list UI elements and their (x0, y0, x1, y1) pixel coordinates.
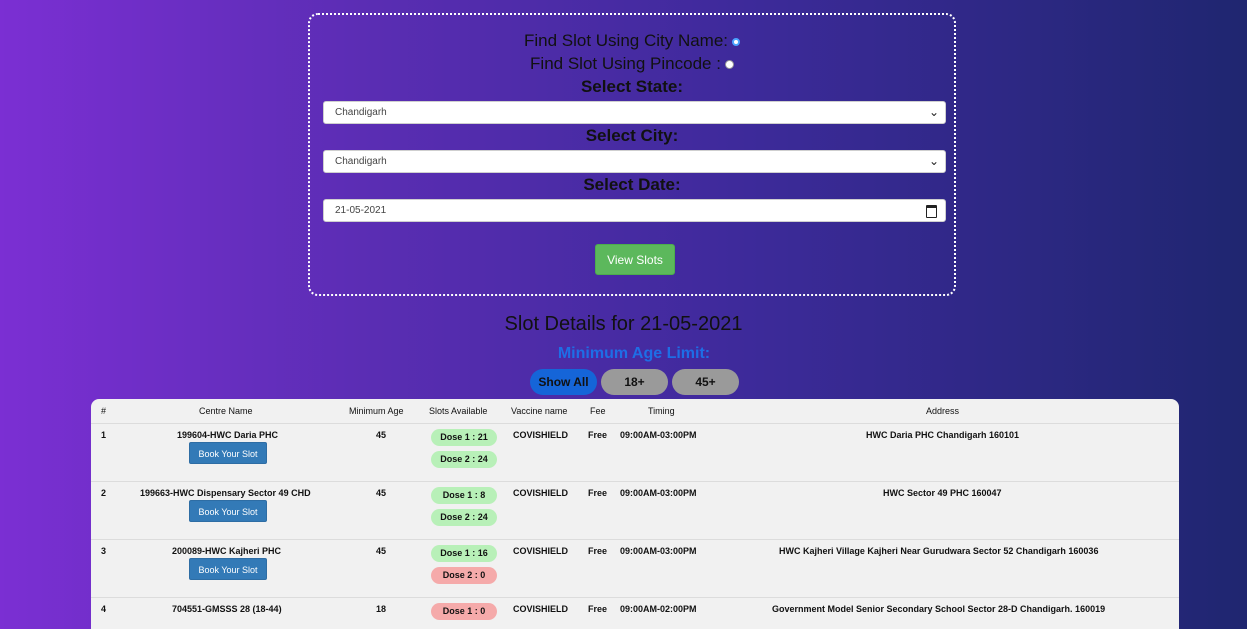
age-filter-label: Minimum Age Limit: (557, 345, 711, 362)
dose1-badge: Dose 1 : 16 (431, 545, 497, 562)
book-slot-button[interactable]: Book Your Slot (189, 558, 267, 580)
fee: Free (588, 546, 608, 556)
timing: 09:00AM-03:00PM (620, 546, 697, 556)
timing: 09:00AM-02:00PM (620, 604, 697, 614)
slots-table: # Centre Name Minimum Age Slots Availabl… (91, 399, 1179, 629)
row-number: 2 (101, 488, 107, 498)
search-form: Find Slot Using City Name: Find Slot Usi… (308, 13, 956, 296)
dose1-badge: Dose 1 : 0 (431, 603, 497, 620)
dose2-badge: Dose 2 : 0 (431, 567, 497, 584)
centre-name: 200089-HWC Kajheri PHC (172, 546, 282, 556)
row-number: 3 (101, 546, 107, 556)
header-vaccine: Vaccine name (511, 406, 568, 416)
dose2-badge: Dose 2 : 24 (431, 509, 497, 526)
book-slot-button[interactable]: Book Your Slot (189, 500, 267, 522)
calendar-icon[interactable] (926, 205, 937, 218)
centre-name: 199663-HWC Dispensary Sector 49 CHD (140, 488, 311, 498)
state-value: Chandigarh (335, 107, 387, 118)
header-centre: Centre Name (199, 406, 253, 416)
filter-show-all-button[interactable]: Show All (530, 369, 597, 395)
state-label: Select State: (580, 77, 684, 96)
header-min-age: Minimum Age (349, 406, 404, 416)
vaccine-name: COVISHIELD (513, 430, 569, 440)
radio-city-label: Find Slot Using City Name: (523, 31, 729, 50)
filter-18-button[interactable]: 18+ (601, 369, 668, 395)
radio-pincode-label: Find Slot Using Pincode : (530, 54, 721, 73)
date-value: 21-05-2021 (335, 205, 387, 216)
view-slots-button[interactable]: View Slots (595, 244, 675, 275)
filter-45-button[interactable]: 45+ (672, 369, 739, 395)
centre-name: 199604-HWC Daria PHC (177, 430, 279, 440)
header-num: # (101, 406, 107, 416)
fee: Free (588, 430, 608, 440)
address: Government Model Senior Secondary School… (772, 604, 1106, 614)
row-divider (91, 539, 1179, 540)
date-label: Select Date: (583, 175, 681, 194)
chevron-down-icon: ⌄ (928, 154, 939, 168)
row-divider (91, 597, 1179, 598)
row-number: 4 (101, 604, 107, 614)
fee: Free (588, 604, 608, 614)
radio-city-row[interactable]: Find Slot Using City Name: (310, 31, 954, 51)
dose1-badge: Dose 1 : 21 (431, 429, 497, 446)
min-age: 45 (376, 430, 387, 440)
slot-details-heading: Slot Details for 21-05-2021 (504, 313, 743, 335)
dose1-badge: Dose 1 : 8 (431, 487, 497, 504)
address: HWC Daria PHC Chandigarh 160101 (866, 430, 1020, 440)
min-age: 45 (376, 546, 387, 556)
timing: 09:00AM-03:00PM (620, 430, 697, 440)
chevron-down-icon: ⌄ (928, 105, 939, 119)
timing: 09:00AM-03:00PM (620, 488, 697, 498)
vaccine-name: COVISHIELD (513, 546, 569, 556)
address: HWC Sector 49 PHC 160047 (883, 488, 1002, 498)
header-timing: Timing (648, 406, 675, 416)
row-number: 1 (101, 430, 107, 440)
city-value: Chandigarh (335, 156, 387, 167)
header-slots: Slots Available (429, 406, 488, 416)
vaccine-name: COVISHIELD (513, 488, 569, 498)
radio-pincode-button[interactable] (724, 60, 734, 70)
min-age: 18 (376, 604, 387, 614)
row-divider (91, 481, 1179, 482)
fee: Free (588, 488, 608, 498)
vaccine-name: COVISHIELD (513, 604, 569, 614)
radio-city-button[interactable] (732, 37, 741, 46)
min-age: 45 (376, 488, 387, 498)
dose2-badge: Dose 2 : 24 (431, 451, 497, 468)
centre-name: 704551-GMSSS 28 (18-44) (172, 604, 282, 614)
book-slot-button[interactable]: Book Your Slot (189, 442, 267, 464)
header-fee: Fee (590, 406, 606, 416)
state-select[interactable]: Chandigarh ⌄ (323, 101, 946, 124)
header-address: Address (926, 406, 960, 416)
header-divider (91, 423, 1179, 424)
city-label: Select City: (585, 126, 679, 145)
city-select[interactable]: Chandigarh ⌄ (323, 150, 946, 173)
address: HWC Kajheri Village Kajheri Near Gurudwa… (779, 546, 1099, 556)
date-input[interactable]: 21-05-2021 (323, 199, 946, 222)
radio-pincode-row[interactable]: Find Slot Using Pincode : (310, 54, 954, 74)
